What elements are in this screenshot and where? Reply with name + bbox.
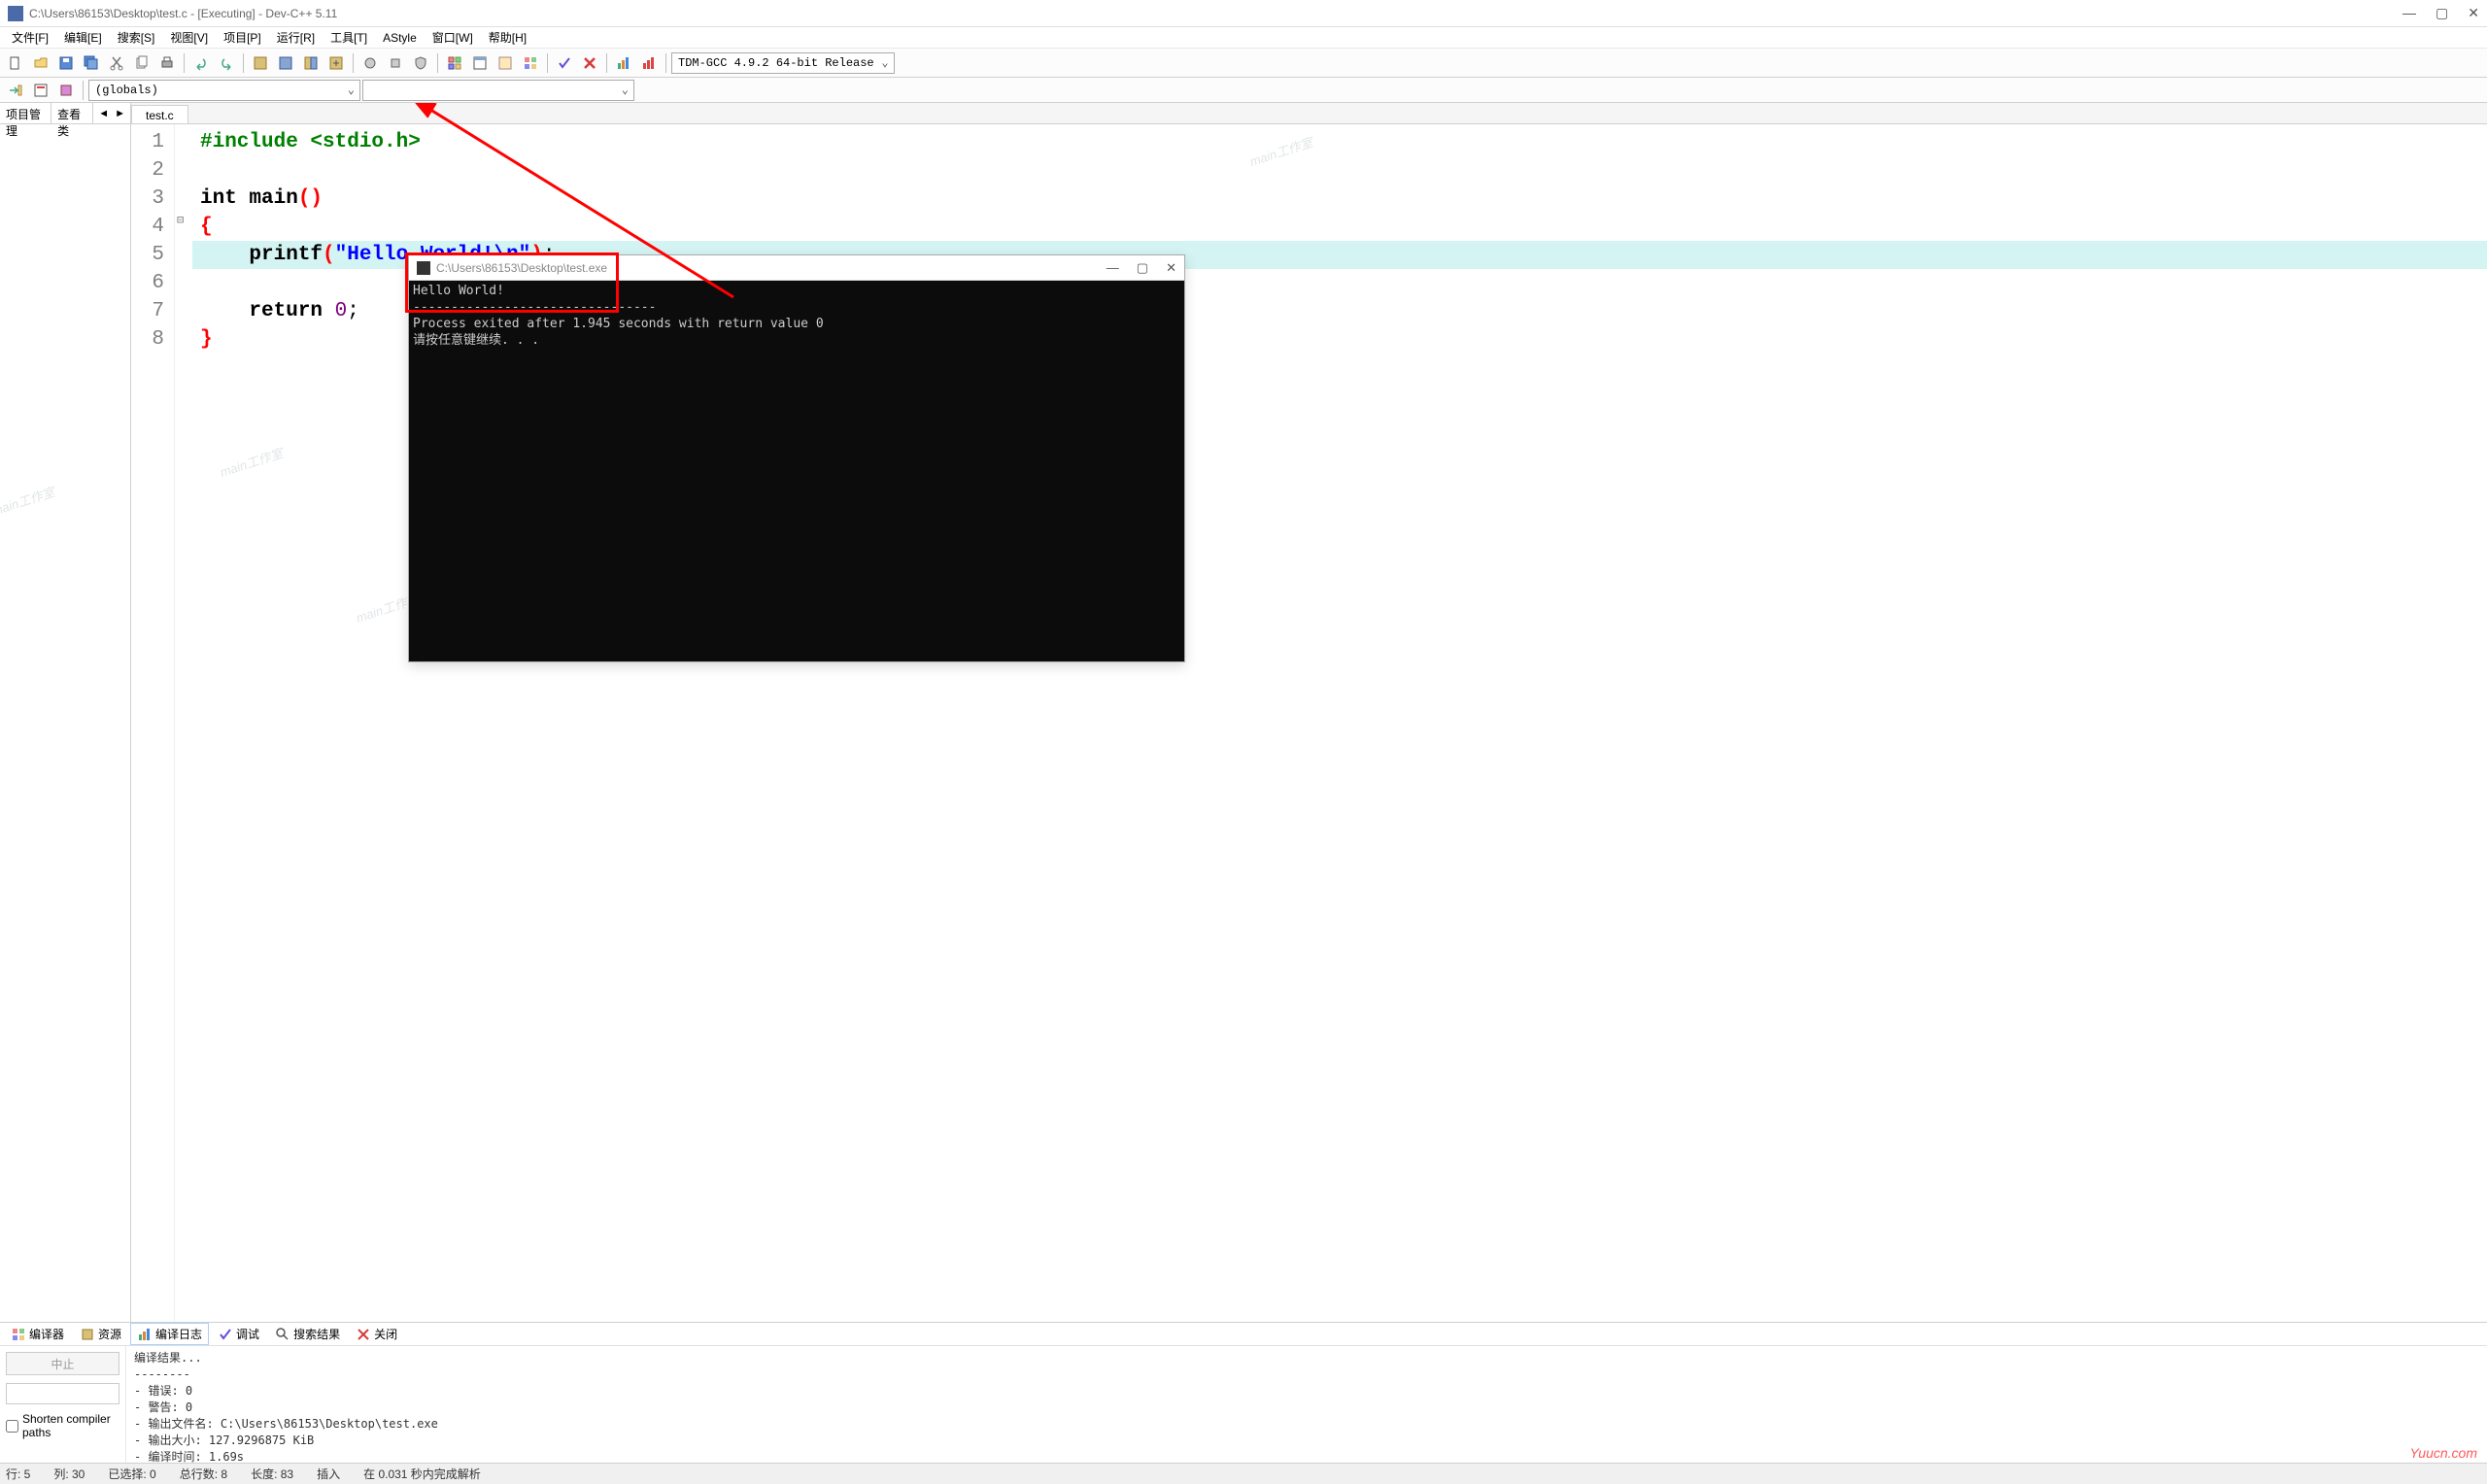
tab-resource[interactable]: 资源 [73,1323,128,1345]
file-tabs: test.c [131,103,2487,124]
stop-button[interactable] [384,51,407,75]
file-tab-testc[interactable]: test.c [131,105,188,123]
tab-compiler[interactable]: 编译器 [4,1323,71,1345]
side-tab-class[interactable]: 查看类 [51,103,93,123]
window2-button[interactable] [494,51,517,75]
fold-mark-icon[interactable]: ⊟ [177,213,184,227]
new-file-button[interactable] [4,51,27,75]
chart2-button[interactable] [637,51,661,75]
class-button[interactable] [54,79,78,102]
shorten-paths-checkbox[interactable]: Shorten compiler paths [6,1412,119,1439]
console-maximize-button[interactable]: ▢ [1137,260,1148,276]
side-nav-next[interactable]: ► [112,108,128,119]
save-button[interactable] [54,51,78,75]
window1-button[interactable] [468,51,492,75]
chart1-button[interactable] [612,51,635,75]
compile-run-button[interactable] [299,51,323,75]
console-icon [417,261,430,275]
status-col: 列: 30 [53,1466,85,1482]
status-parse-time: 在 0.031 秒内完成解析 [363,1466,481,1482]
undo-button[interactable] [189,51,213,75]
console-window: C:\Users\86153\Desktop\test.exe — ▢ ✕ He… [408,254,1185,662]
run-button[interactable] [274,51,297,75]
tab-close[interactable]: 关闭 [349,1323,404,1345]
side-tab-project[interactable]: 项目管理 [0,103,51,123]
cut-button[interactable] [105,51,128,75]
status-length: 长度: 83 [251,1466,293,1482]
bottom-tabs: 编译器 资源 编译日志 调试 搜索结果 关闭 [0,1323,2487,1346]
fold-column: ⊟ [175,124,192,1322]
menu-file[interactable]: 文件[F] [4,27,56,48]
menu-search[interactable]: 搜索[S] [110,27,163,48]
status-insert-mode: 插入 [317,1466,340,1482]
open-file-button[interactable] [29,51,52,75]
menu-astyle[interactable]: AStyle [375,29,425,47]
redo-button[interactable] [215,51,238,75]
tab-debug[interactable]: 调试 [211,1323,266,1345]
toolbar-main: TDM-GCC 4.9.2 64-bit Release [0,49,2487,78]
site-watermark: Yuucn.com [2409,1445,2477,1461]
toolbar-secondary: (globals) [0,78,2487,103]
menu-edit[interactable]: 编辑[E] [56,27,110,48]
save-all-button[interactable] [80,51,103,75]
goto-button[interactable] [4,79,27,102]
compile-button[interactable] [249,51,272,75]
check-button[interactable] [553,51,576,75]
grid1-button[interactable] [443,51,466,75]
rebuild-button[interactable] [324,51,348,75]
globals-combo[interactable]: (globals) [88,80,360,101]
main-area: 项目管理 查看类 ◄ ► test.c 1 2 3 4 5 6 [0,103,2487,1322]
status-total-lines: 总行数: 8 [180,1466,227,1482]
menu-window[interactable]: 窗口[W] [425,27,481,48]
console-minimize-button[interactable]: — [1107,260,1119,276]
side-nav-prev[interactable]: ◄ [95,108,112,119]
menu-run[interactable]: 运行[R] [269,27,323,48]
console-titlebar: C:\Users\86153\Desktop\test.exe — ▢ ✕ [409,255,1184,281]
compile-output[interactable]: 编译结果... -------- - 错误: 0 - 警告: 0 - 输出文件名… [126,1346,2487,1469]
console-close-button[interactable]: ✕ [1166,260,1176,276]
menu-tools[interactable]: 工具[T] [323,27,375,48]
copy-button[interactable] [130,51,153,75]
tab-compile-log[interactable]: 编译日志 [130,1323,209,1345]
editor-area: test.c 1 2 3 4 5 6 7 8 ⊟ #incl [131,103,2487,1322]
print-button[interactable] [155,51,179,75]
statusbar: 行: 5 列: 30 已选择: 0 总行数: 8 长度: 83 插入 在 0.0… [0,1463,2487,1484]
functions-combo[interactable] [362,80,634,101]
abort-button[interactable]: 中止 [6,1352,119,1375]
line-gutter: 1 2 3 4 5 6 7 8 [131,124,175,1322]
app-icon [8,6,23,21]
bookmark-button[interactable] [29,79,52,102]
window-title: C:\Users\86153\Desktop\test.c - [Executi… [29,7,2402,20]
compiler-combo[interactable]: TDM-GCC 4.9.2 64-bit Release [671,52,895,74]
status-selected: 已选择: 0 [108,1466,155,1482]
debug-button[interactable] [358,51,382,75]
menu-help[interactable]: 帮助[H] [481,27,534,48]
bottom-panel: 编译器 资源 编译日志 调试 搜索结果 关闭 中止 Shorten compil… [0,1322,2487,1463]
tab-search-results[interactable]: 搜索结果 [268,1323,347,1345]
titlebar: C:\Users\86153\Desktop\test.c - [Executi… [0,0,2487,27]
shield-button[interactable] [409,51,432,75]
grid2-button[interactable] [519,51,542,75]
bottom-left-controls: 中止 Shorten compiler paths [0,1346,126,1469]
menubar: 文件[F] 编辑[E] 搜索[S] 视图[V] 项目[P] 运行[R] 工具[T… [0,27,2487,49]
compile-progress [6,1383,119,1404]
menu-project[interactable]: 项目[P] [216,27,269,48]
maximize-button[interactable]: ▢ [2436,5,2448,21]
status-row: 行: 5 [6,1466,30,1482]
minimize-button[interactable]: — [2402,5,2416,21]
console-output[interactable]: Hello World! ---------------------------… [409,281,1184,661]
close-button[interactable]: ✕ [2468,5,2479,21]
menu-view[interactable]: 视图[V] [162,27,216,48]
console-title: C:\Users\86153\Desktop\test.exe [436,261,1107,275]
error-button[interactable] [578,51,601,75]
side-panel: 项目管理 查看类 ◄ ► [0,103,131,1322]
